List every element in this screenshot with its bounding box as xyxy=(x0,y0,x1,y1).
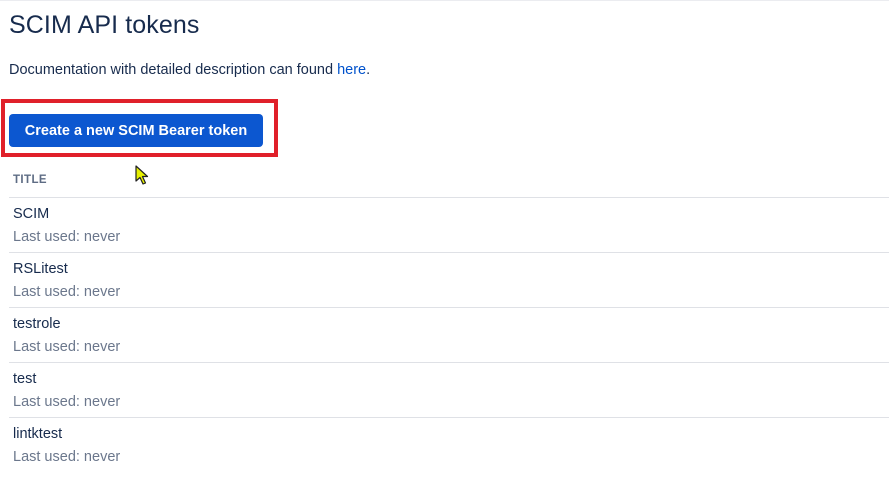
page-title: SCIM API tokens xyxy=(9,11,200,39)
documentation-text: Documentation with detailed description … xyxy=(9,62,338,78)
token-last-used: Last used: never xyxy=(13,284,121,300)
column-header-title: TITLE xyxy=(13,174,47,186)
token-title: RSLitest xyxy=(13,261,68,277)
token-last-used: Last used: never xyxy=(13,449,121,465)
token-row[interactable]: SCIM Last used: never xyxy=(9,197,889,252)
token-title: testrole xyxy=(13,316,61,332)
create-token-button[interactable]: Create a new SCIM Bearer token xyxy=(9,114,263,147)
token-row[interactable]: RSLitest Last used: never xyxy=(9,252,889,307)
documentation-link[interactable]: here xyxy=(337,62,366,78)
token-row[interactable]: lintktest Last used: never xyxy=(9,417,889,472)
token-last-used: Last used: never xyxy=(13,229,121,245)
top-divider xyxy=(0,0,889,1)
documentation-suffix: . xyxy=(366,62,371,78)
token-title: test xyxy=(13,371,37,387)
token-list: SCIM Last used: never RSLitest Last used… xyxy=(9,197,889,472)
token-title: lintktest xyxy=(13,426,63,442)
token-row[interactable]: testrole Last used: never xyxy=(9,307,889,362)
documentation-line: Documentation with detailed description … xyxy=(9,62,370,78)
token-last-used: Last used: never xyxy=(13,339,121,355)
page: SCIM API tokens Documentation with detai… xyxy=(0,0,889,490)
token-title: SCIM xyxy=(13,206,50,222)
token-last-used: Last used: never xyxy=(13,394,121,410)
mouse-pointer-icon xyxy=(135,165,149,185)
token-row[interactable]: test Last used: never xyxy=(9,362,889,417)
